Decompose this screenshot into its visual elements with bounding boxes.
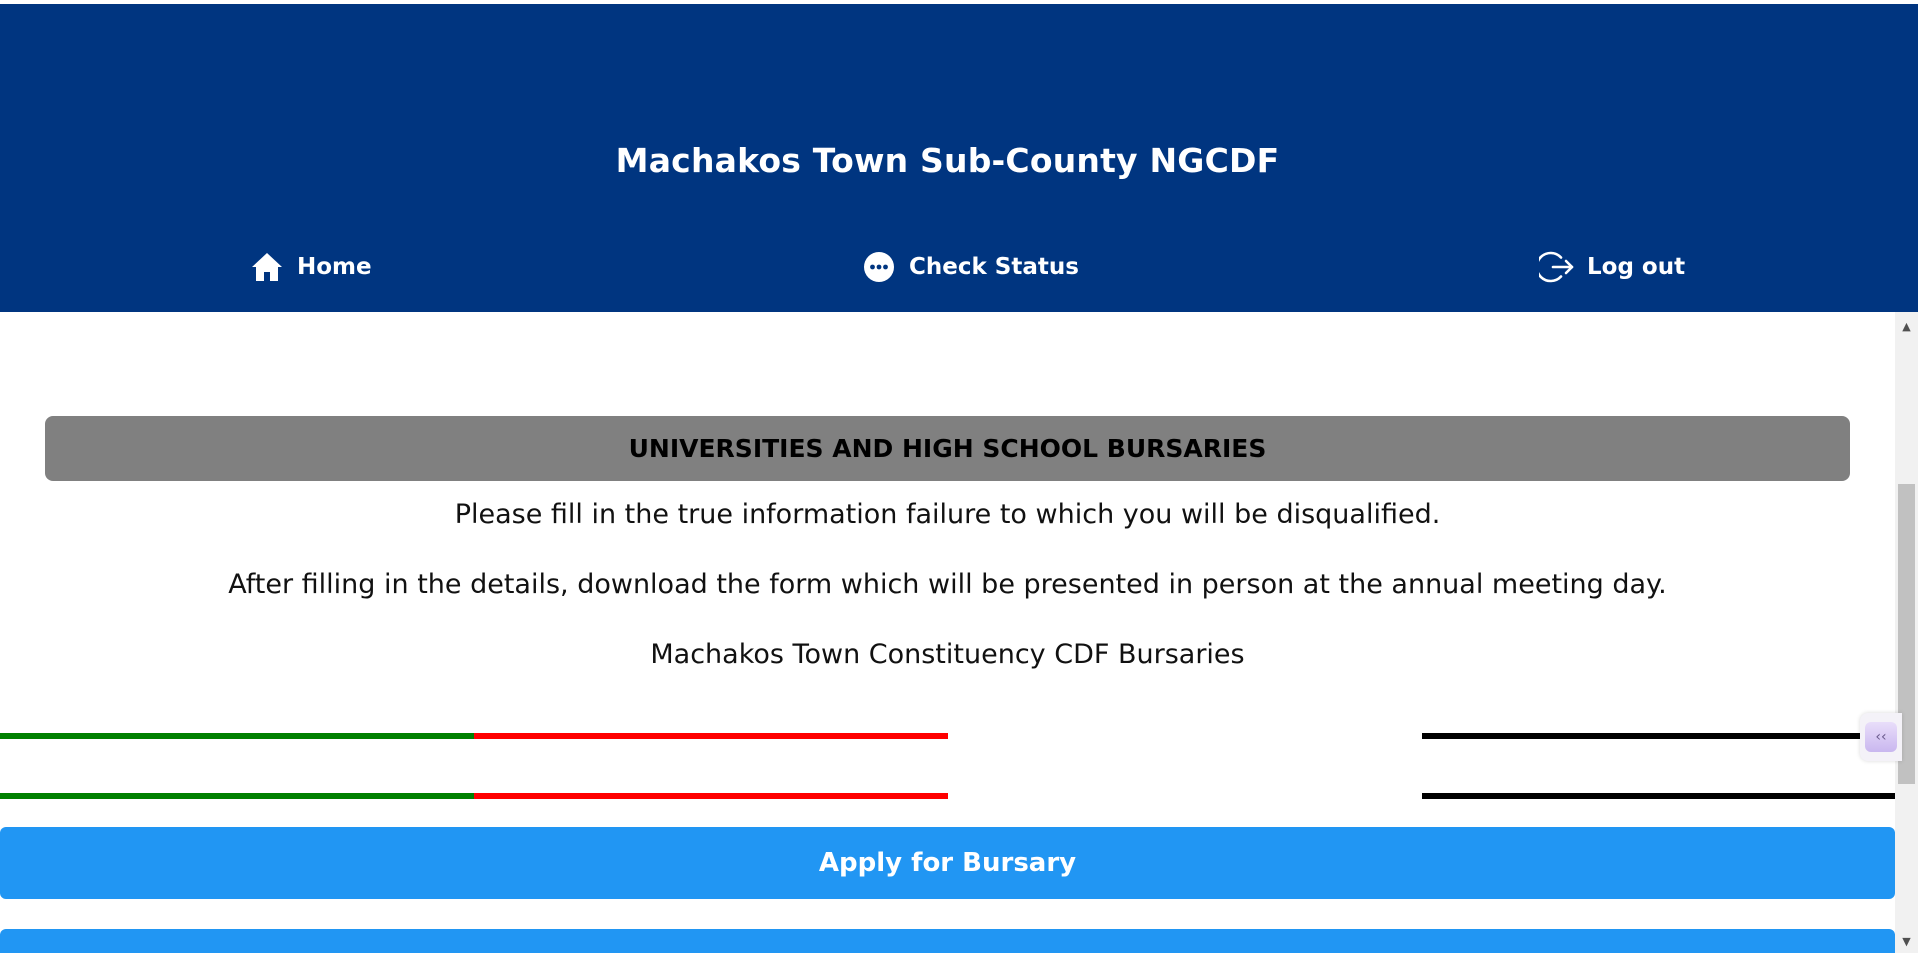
secondary-button-partial[interactable] [0,929,1895,953]
logout-icon [1539,249,1575,285]
scroll-down-arrow-icon[interactable]: ▼ [1895,931,1918,951]
side-panel-toggle[interactable]: ‹‹ [1860,713,1902,761]
flag-stripe-red [474,733,948,739]
nav-home[interactable]: Home [249,247,372,287]
flag-stripe-green [0,793,474,799]
section-banner: UNIVERSITIES AND HIGH SCHOOL BURSARIES [45,416,1850,481]
collapse-chevron-icon: ‹‹ [1865,722,1897,752]
site-title: Machakos Town Sub-County NGCDF [615,141,1280,180]
flag-stripe-black [1422,733,1895,739]
nav-home-label: Home [297,254,372,280]
flag-stripe-red [474,793,948,799]
scroll-up-arrow-icon[interactable]: ▲ [1895,316,1918,336]
site-header: Machakos Town Sub-County NGCDF Home Chec… [0,4,1918,312]
nav-logout[interactable]: Log out [1539,247,1685,287]
nav-logout-label: Log out [1587,254,1686,280]
nav-check-status[interactable]: Check Status [861,247,1079,287]
flag-stripe-white [948,733,1422,739]
flag-stripe-black [1422,793,1895,799]
apply-for-bursary-button[interactable]: Apply for Bursary [0,827,1895,899]
nav-check-status-label: Check Status [909,254,1079,280]
instruction-text: Please fill in the true information fail… [454,499,1441,530]
vertical-scrollbar[interactable]: ▲ ▼ [1895,312,1918,953]
apply-button-label: Apply for Bursary [818,848,1077,878]
home-icon [249,249,285,285]
constituency-text: Machakos Town Constituency CDF Bursaries [650,639,1245,670]
chat-bubble-icon [861,249,897,285]
download-note-text: After filling in the details, download t… [228,569,1667,600]
flag-stripe-green [0,733,474,739]
flag-stripe-white [948,793,1422,799]
main-content: UNIVERSITIES AND HIGH SCHOOL BURSARIES P… [0,312,1895,953]
section-banner-text: UNIVERSITIES AND HIGH SCHOOL BURSARIES [628,434,1267,463]
